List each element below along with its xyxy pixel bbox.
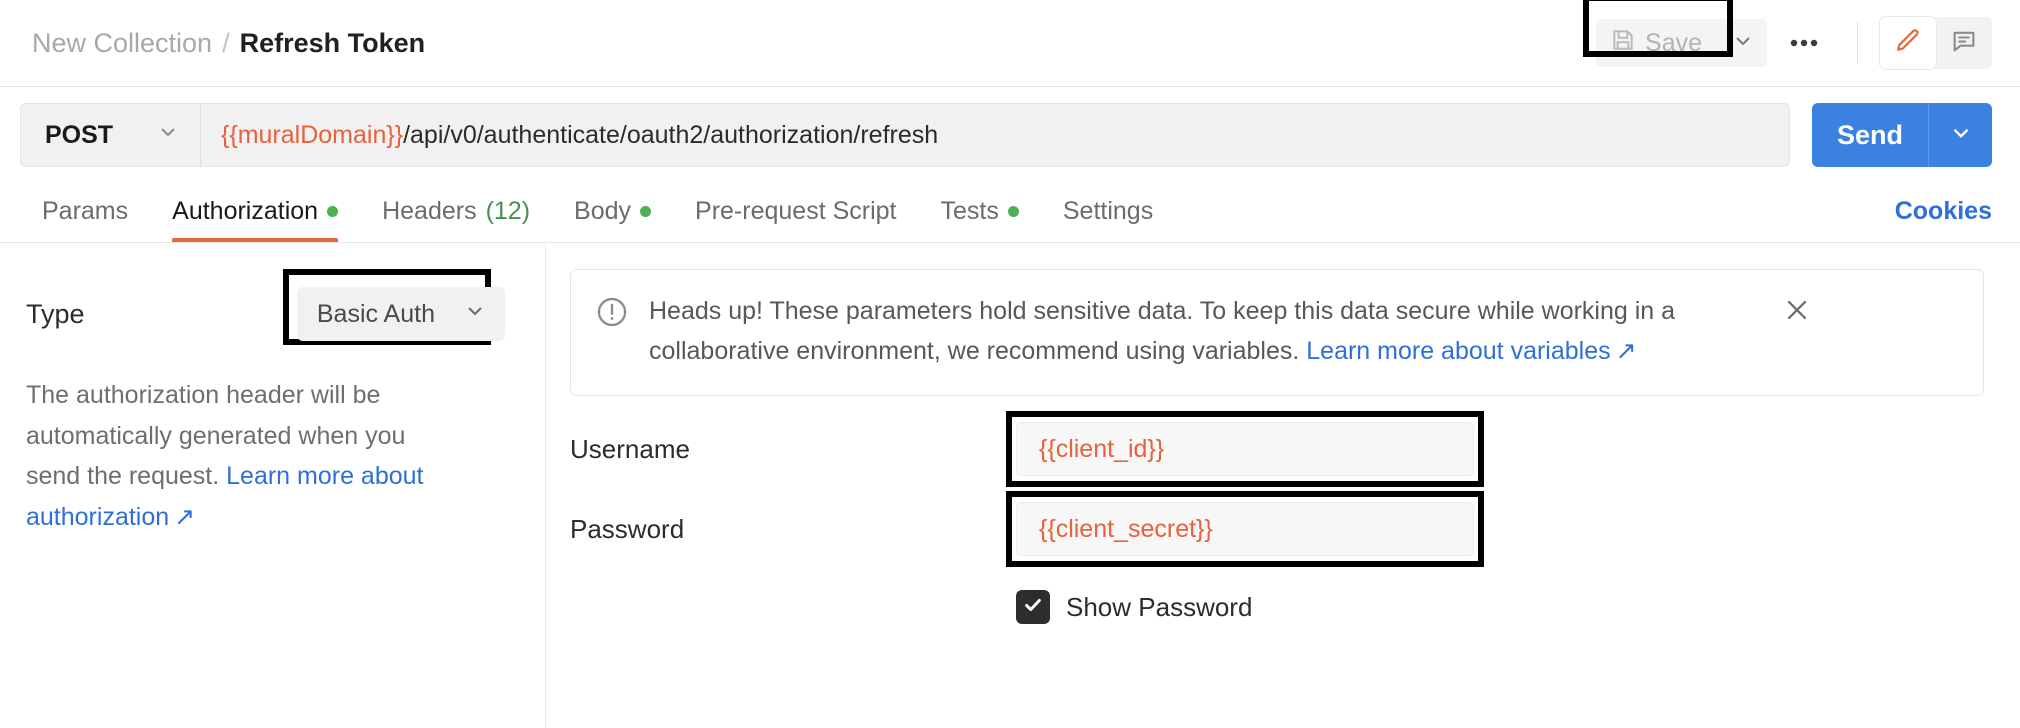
status-dot-icon	[327, 206, 338, 217]
tab-settings[interactable]: Settings	[1041, 181, 1175, 242]
comment-icon	[1950, 27, 1978, 60]
auth-left-column: Type Basic Auth The authorization header…	[0, 243, 546, 728]
send-button[interactable]: Send	[1812, 103, 1928, 167]
auth-type-select[interactable]: Basic Auth	[297, 287, 505, 341]
pencil-icon	[1894, 27, 1922, 60]
status-dot-icon	[1008, 206, 1019, 217]
request-tabs-bar: Params Authorization Headers (12) Body P…	[0, 181, 2020, 243]
tab-label: Tests	[941, 197, 999, 226]
save-dropdown-button[interactable]	[1719, 19, 1767, 67]
password-field-wrap: {{client_secret}}	[1016, 502, 1474, 556]
header-divider	[1857, 22, 1858, 64]
show-password-label: Show Password	[1066, 592, 1252, 623]
tab-headers[interactable]: Headers (12)	[360, 181, 552, 242]
tab-params[interactable]: Params	[20, 181, 150, 242]
http-method-select[interactable]: POST	[21, 104, 201, 166]
tab-label: Authorization	[172, 197, 318, 226]
username-label: Username	[570, 434, 1016, 465]
tab-label: Settings	[1063, 197, 1153, 226]
tab-label: Pre-request Script	[695, 197, 896, 226]
info-circle-icon	[595, 295, 629, 334]
request-url-bar: POST {{muralDomain}}/api/v0/authenticate…	[0, 87, 2020, 181]
auth-type-select-wrap: Basic Auth	[297, 287, 505, 341]
learn-more-variables-link[interactable]: Learn more about variables	[1306, 337, 1610, 365]
auth-type-label: Type	[26, 299, 85, 330]
status-dot-icon	[640, 206, 651, 217]
sensitive-data-banner: Heads up! These parameters hold sensitiv…	[570, 269, 1984, 396]
tab-pre-request-script[interactable]: Pre-request Script	[673, 181, 918, 242]
send-dropdown-button[interactable]	[1928, 103, 1992, 167]
view-toggle-group	[1880, 17, 1992, 69]
chevron-down-icon	[1948, 120, 1974, 151]
auth-description: The authorization header will be automat…	[26, 375, 446, 537]
tab-label: Headers	[382, 197, 477, 226]
floppy-disk-icon	[1610, 27, 1636, 60]
tab-label: Body	[574, 197, 631, 226]
save-button-group: Save	[1596, 19, 1767, 67]
banner-message: Heads up! These parameters hold sensitiv…	[649, 292, 1749, 371]
username-input[interactable]: {{client_id}}	[1016, 422, 1474, 476]
auth-type-row: Type Basic Auth	[26, 283, 513, 345]
banner-close-button[interactable]	[1781, 294, 1813, 331]
password-input[interactable]: {{client_secret}}	[1016, 502, 1474, 556]
send-button-group: Send	[1812, 103, 1992, 167]
http-method-value: POST	[45, 121, 113, 150]
chevron-down-icon	[463, 299, 487, 330]
tab-body[interactable]: Body	[552, 181, 673, 242]
username-row: Username {{client_id}}	[570, 422, 1984, 476]
cookies-link[interactable]: Cookies	[1895, 197, 1992, 226]
chevron-down-icon	[156, 120, 180, 151]
comments-button[interactable]	[1936, 17, 1992, 69]
tab-count-badge: (12)	[486, 197, 530, 226]
request-url-input[interactable]: {{muralDomain}}/api/v0/authenticate/oaut…	[201, 104, 1789, 166]
tab-label: Params	[42, 197, 128, 226]
breadcrumb-separator: /	[222, 28, 230, 59]
url-path-text: /api/v0/authenticate/oauth2/authorizatio…	[403, 121, 938, 150]
more-options-button[interactable]	[1773, 19, 1835, 67]
username-field-wrap: {{client_id}}	[1016, 422, 1474, 476]
show-password-row[interactable]: Show Password	[1016, 590, 1984, 624]
breadcrumb-collection[interactable]: New Collection	[32, 28, 212, 59]
breadcrumb-current-request[interactable]: Refresh Token	[240, 28, 426, 59]
edit-request-button[interactable]	[1880, 17, 1936, 69]
save-button-label: Save	[1645, 29, 1702, 58]
auth-type-value: Basic Auth	[317, 300, 435, 329]
url-variable-token: {{muralDomain}}	[221, 121, 403, 150]
authorization-panel: Type Basic Auth The authorization header…	[0, 243, 2020, 728]
close-icon	[1781, 313, 1813, 330]
show-password-checkbox[interactable]	[1016, 590, 1050, 624]
auth-right-column: Heads up! These parameters hold sensitiv…	[546, 243, 2020, 728]
external-link-arrow-icon[interactable]: ↗	[174, 503, 195, 531]
header-bar: New Collection / Refresh Token Save	[0, 0, 2020, 87]
password-label: Password	[570, 514, 1016, 545]
method-and-url-group: POST {{muralDomain}}/api/v0/authenticate…	[20, 103, 1790, 167]
chevron-down-icon	[1731, 29, 1755, 58]
header-actions: Save	[1596, 17, 1992, 69]
save-button[interactable]: Save	[1596, 19, 1719, 67]
tab-authorization[interactable]: Authorization	[150, 181, 360, 242]
ellipsis-icon	[1789, 32, 1819, 54]
checkmark-icon	[1022, 594, 1044, 621]
password-row: Password {{client_secret}}	[570, 502, 1984, 556]
external-link-arrow-icon[interactable]: ↗	[1616, 337, 1637, 365]
tab-tests[interactable]: Tests	[919, 181, 1041, 242]
request-tabs: Params Authorization Headers (12) Body P…	[20, 181, 1175, 242]
breadcrumb: New Collection / Refresh Token	[32, 28, 425, 59]
